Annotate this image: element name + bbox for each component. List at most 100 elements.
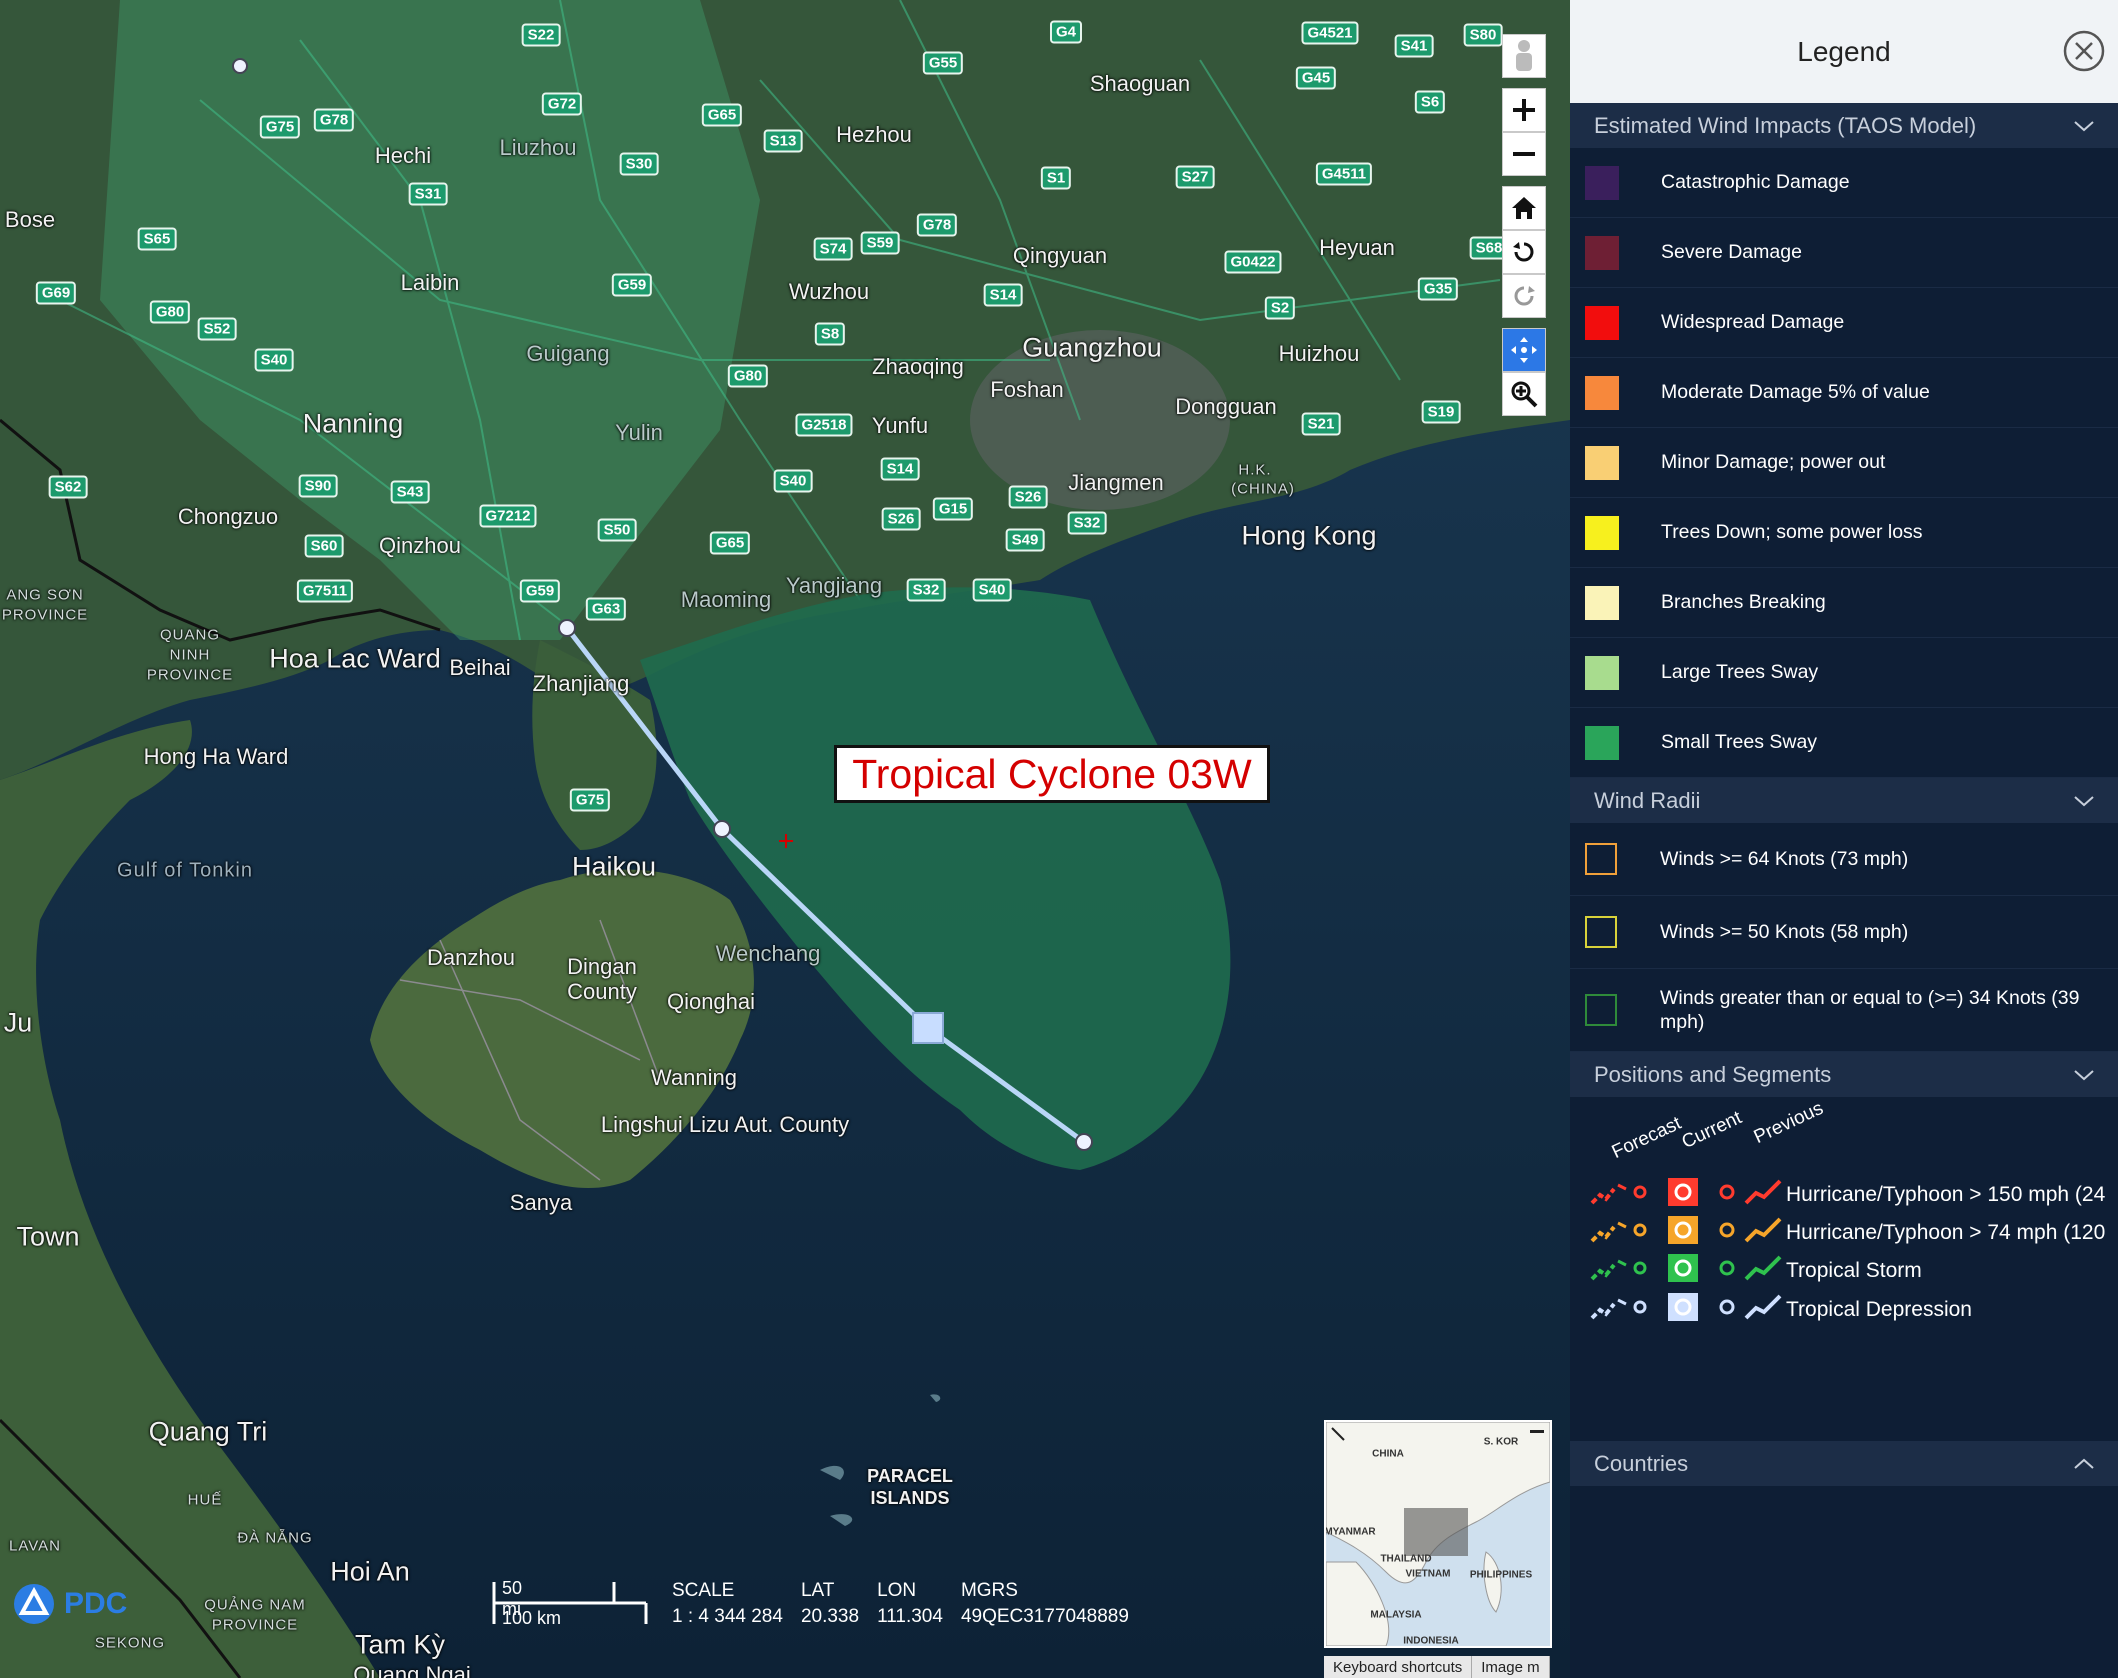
place-label: Qionghai (666, 989, 756, 1014)
road-shield: S43 (390, 480, 430, 504)
place-label: Hoa Lac Ward (269, 643, 441, 674)
place-label: Haikou (571, 851, 657, 882)
legend-item-label: Catastrophic Damage (1661, 171, 1850, 193)
road-shield: G35 (1417, 277, 1459, 301)
place-label: Wenchang (715, 941, 821, 966)
storm-symbols-icon (1590, 1251, 1786, 1290)
zoom-in-button[interactable] (1502, 88, 1546, 132)
lon-value: 111.304 (877, 1606, 943, 1627)
chevron-down-icon (2074, 795, 2094, 806)
rotate-right-button[interactable] (1502, 274, 1546, 318)
road-shield: S26 (881, 507, 921, 531)
place-label: NINH (169, 646, 211, 664)
road-shield: S65 (137, 227, 177, 251)
position-legend-item: Hurricane/Typhoon > 150 mph (24 (1590, 1175, 2105, 1214)
storm-symbols-icon (1590, 1213, 1786, 1252)
place-label: Danzhou (426, 945, 516, 970)
positions-and-segments: Forecast Current Previous Hurricane/Typh… (1570, 1097, 2118, 1397)
legend-item: Small Trees Sway (1570, 708, 2118, 778)
minimap-label: CHINA (1372, 1448, 1404, 1460)
place-label: Hoi An (330, 1556, 410, 1587)
road-shield: S49 (1005, 528, 1045, 552)
minimap-label: PHILIPPINES (1469, 1569, 1533, 1581)
pan-button[interactable] (1502, 328, 1546, 372)
countries-section-header[interactable]: Countries (1570, 1441, 2118, 1486)
road-shield: G69 (35, 281, 77, 305)
road-shield: S80 (1463, 23, 1503, 47)
legend-item: Minor Damage; power out (1570, 428, 2118, 498)
road-shield: S32 (906, 578, 946, 602)
position-legend-item: Tropical Storm (1590, 1251, 1922, 1290)
place-label: HUẾ (187, 1491, 223, 1509)
road-shield: S14 (983, 283, 1023, 307)
place-label: Laibin (400, 270, 460, 295)
road-shield: S6 (1414, 90, 1446, 114)
positions-section-header[interactable]: Positions and Segments (1570, 1052, 2118, 1097)
road-shield: S52 (197, 317, 237, 341)
place-label: Yangjiang (785, 573, 883, 598)
place-label: Sanya (509, 1190, 573, 1215)
scale-bar-km: 100 km (502, 1608, 562, 1628)
minimap-label: THAILAND (1380, 1553, 1432, 1565)
lon-header: LON (877, 1580, 917, 1601)
position-legend-item: Tropical Depression (1590, 1290, 1972, 1329)
zoom-out-button[interactable] (1502, 132, 1546, 176)
radius-outline-swatch (1585, 843, 1617, 875)
place-label: ĐÀ NẴNG (237, 1529, 313, 1547)
islands-label-line: ISLANDS (870, 1488, 950, 1508)
keyboard-shortcuts-link[interactable]: Keyboard shortcuts (1324, 1656, 1473, 1678)
radius-outline-swatch (1585, 916, 1617, 948)
road-shield: G80 (727, 364, 769, 388)
road-shield: G7511 (296, 579, 354, 603)
zoom-area-button[interactable] (1502, 372, 1546, 416)
position-legend-item: Hurricane/Typhoon > 74 mph (120 (1590, 1213, 2105, 1252)
pdc-logo: PDC (12, 1582, 127, 1626)
wind-radii-section-header[interactable]: Wind Radii (1570, 778, 2118, 823)
close-icon[interactable] (2062, 29, 2106, 73)
plus-icon (1513, 99, 1535, 121)
wind-impacts-section-header[interactable]: Estimated Wind Impacts (TAOS Model) (1570, 103, 2118, 148)
map-view[interactable]: Shaoguan Hezhou Hechi Liuzhou Bose Laibin Qing… (0, 0, 1570, 1678)
legend-panel: Legend Estimated Wind Impacts (TAOS Mode… (1570, 0, 2118, 1678)
place-label: Yulin (615, 420, 663, 445)
place-label: Chongzuo (177, 504, 279, 529)
place-label: Yunfu (871, 413, 929, 438)
coordinate-readout: SCALE LAT LON MGRS 1 : 4 344 284 20.338 … (672, 1580, 1129, 1628)
road-shield: G78 (916, 213, 958, 237)
place-label: Zhanjiang (532, 671, 630, 696)
legend-item: Moderate Damage 5% of value (1570, 358, 2118, 428)
place-label: Hong Kong (1241, 520, 1377, 551)
radius-outline-swatch (1585, 994, 1617, 1026)
place-label: QUẢNG NAM (204, 1596, 306, 1614)
road-shield: G59 (519, 579, 561, 603)
place-label: Shaoguan (1089, 71, 1191, 96)
road-shield: G65 (709, 531, 751, 555)
home-button[interactable] (1502, 186, 1546, 230)
minimap-label: MYANMAR (1324, 1526, 1376, 1538)
road-shield: S19 (1421, 400, 1461, 424)
road-shield: G72 (541, 92, 583, 116)
road-shield: G63 (585, 597, 627, 621)
road-shield: S74 (813, 237, 853, 261)
street-view-button[interactable] (1502, 34, 1546, 78)
cyclone-label[interactable]: Tropical Cyclone 03W (834, 745, 1270, 803)
place-label: Jiangmen (1068, 470, 1164, 495)
place-label: Liuzhou (499, 135, 577, 160)
place-label: Zhaoqing (872, 354, 964, 379)
place-label: ANG SƠN (6, 586, 84, 604)
map-toolbar (1502, 34, 1546, 416)
legend-item: Trees Down; some power loss (1570, 498, 2118, 568)
rotate-left-button[interactable] (1502, 230, 1546, 274)
road-shield: S50 (597, 518, 637, 542)
overview-minimap[interactable]: CHINA S. KOR MYANMAR THAILAND VIETNAM PHILIPP… (1324, 1420, 1552, 1648)
map-footer: Keyboard shortcuts Image m (1324, 1656, 1550, 1678)
chevron-down-icon (2074, 1069, 2094, 1080)
image-metadata-link[interactable]: Image m (1472, 1656, 1550, 1678)
storm-symbols-icon (1590, 1290, 1786, 1329)
road-shield: S14 (880, 457, 920, 481)
place-label: Wuzhou (788, 279, 870, 304)
place-label: Lingshui Lizu Aut. County (600, 1112, 850, 1137)
lat-value: 20.338 (800, 1606, 860, 1627)
wind-impacts-section-title: Estimated Wind Impacts (TAOS Model) (1594, 112, 1977, 138)
scale-value: 1 : 4 344 284 (672, 1606, 783, 1627)
